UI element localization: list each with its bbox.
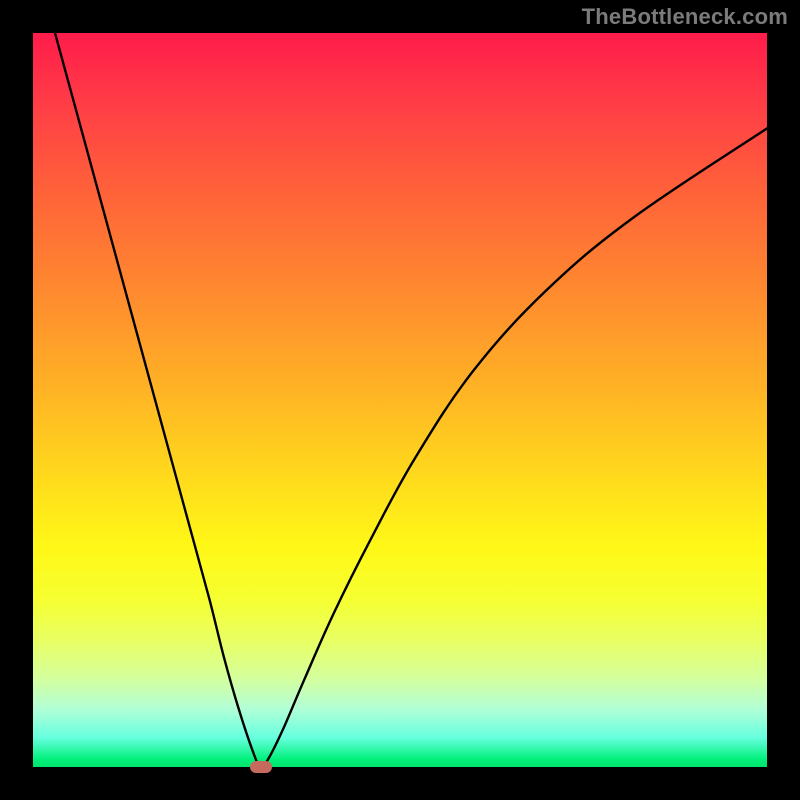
- bottleneck-curve: [33, 33, 767, 767]
- attribution-text: TheBottleneck.com: [582, 4, 788, 30]
- frame: TheBottleneck.com: [0, 0, 800, 800]
- plot-area: [33, 33, 767, 767]
- optimal-marker: [250, 761, 272, 773]
